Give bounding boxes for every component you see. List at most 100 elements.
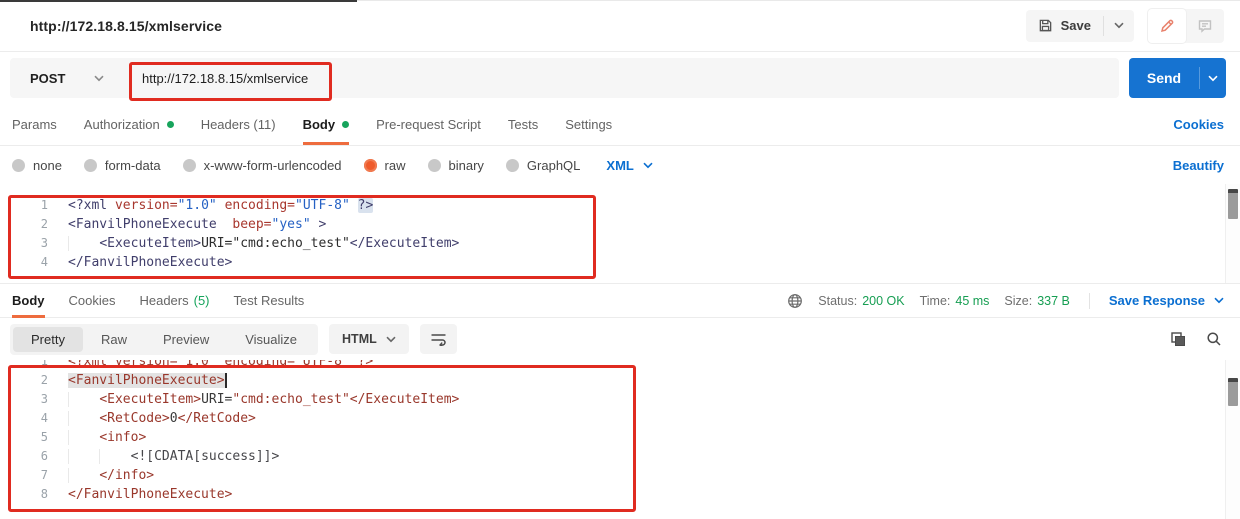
code-line: 3 <ExecuteItem>URI="cmd:echo_test"</Exec…	[0, 390, 1240, 409]
response-format-selector[interactable]: HTML	[329, 324, 409, 354]
chevron-down-icon	[643, 162, 653, 169]
mode-form-data[interactable]: form-data	[84, 158, 161, 173]
mode-none[interactable]: none	[12, 158, 62, 173]
time-value: 45 ms	[955, 294, 989, 308]
copy-icon	[1170, 331, 1186, 347]
line-number: 4	[0, 409, 68, 428]
beautify-link[interactable]: Beautify	[1173, 158, 1224, 173]
mode-raw[interactable]: raw	[364, 158, 406, 173]
body-mode-row: none form-data x-www-form-urlencoded raw…	[0, 146, 1240, 184]
pencil-icon	[1159, 18, 1175, 34]
response-meta-right: Status:200 OK Time: 45 ms Size: 337 B Save…	[787, 293, 1224, 309]
tab-body-label: Body	[303, 117, 336, 132]
view-pretty[interactable]: Pretty	[13, 327, 83, 352]
code-line: 2<FanvilPhoneExecute beep="yes" >	[0, 215, 1240, 234]
save-response-button[interactable]: Save Response	[1109, 293, 1224, 308]
search-response-button[interactable]	[1206, 331, 1222, 347]
request-body-editor[interactable]: 1<?xml version="1.0" encoding="UTF-8" ?>…	[0, 184, 1240, 284]
method-selector[interactable]: POST	[10, 71, 104, 86]
scrollbar-thumb[interactable]	[1228, 189, 1238, 219]
tab-headers[interactable]: Headers (11)	[201, 104, 276, 145]
send-button-label: Send	[1129, 58, 1199, 98]
response-tab-body-label: Body	[12, 293, 45, 308]
size-label: Size:	[1004, 294, 1032, 308]
response-toolbar: Pretty Raw Preview Visualize HTML	[0, 318, 1240, 360]
request-editor-scrollbar[interactable]	[1225, 184, 1240, 283]
radio-icon	[183, 159, 196, 172]
request-title-bar: http://172.18.8.15/xmlservice Save	[0, 0, 1240, 52]
tab-authorization[interactable]: Authorization	[84, 104, 174, 145]
size-value: 337 B	[1037, 294, 1070, 308]
send-button[interactable]: Send	[1129, 58, 1226, 98]
code-line: 1<?xml version="1.0" encoding="UTF-8" ?>	[0, 196, 1240, 215]
response-tab-body[interactable]: Body	[12, 284, 45, 318]
tab-body[interactable]: Body	[303, 104, 350, 145]
request-tabs: Params Authorization Headers (11) Body P…	[0, 104, 1240, 146]
save-button-group: Save	[1026, 10, 1134, 42]
response-tab-headers[interactable]: Headers(5)	[139, 284, 209, 318]
scrollbar-thumb[interactable]	[1228, 378, 1238, 406]
cookies-link[interactable]: Cookies	[1173, 117, 1224, 132]
tab-prerequest-label: Pre-request Script	[376, 117, 481, 132]
request-title: http://172.18.8.15/xmlservice	[30, 18, 222, 34]
wrap-lines-button[interactable]	[420, 324, 457, 354]
time-label: Time:	[920, 294, 951, 308]
tab-headers-label: Headers (11)	[201, 117, 276, 132]
response-tab-cookies-label: Cookies	[69, 293, 116, 308]
radio-icon	[84, 159, 97, 172]
response-viewer-scrollbar[interactable]	[1225, 360, 1240, 519]
language-selector[interactable]: XML	[606, 158, 652, 173]
comments-button[interactable]	[1186, 9, 1224, 43]
tab-params-label: Params	[12, 117, 57, 132]
copy-response-button[interactable]	[1170, 331, 1186, 347]
view-raw[interactable]: Raw	[83, 327, 145, 352]
radio-selected-icon	[364, 159, 377, 172]
save-options-button[interactable]	[1104, 10, 1134, 42]
chevron-down-icon	[1114, 22, 1124, 29]
mode-form-data-label: form-data	[105, 158, 161, 173]
send-options-button[interactable]	[1200, 58, 1226, 98]
mode-binary[interactable]: binary	[428, 158, 484, 173]
line-number: 2	[0, 371, 68, 390]
size-metric: Size: 337 B	[1004, 294, 1069, 308]
url-input[interactable]: http://172.18.8.15/xmlservice	[104, 71, 308, 86]
edit-comment-group	[1148, 9, 1224, 43]
code-line: 6 <![CDATA[success]]>	[0, 447, 1240, 466]
tab-settings[interactable]: Settings	[565, 104, 612, 145]
mode-graphql-label: GraphQL	[527, 158, 580, 173]
response-format-label: HTML	[342, 332, 377, 346]
response-tab-test-results[interactable]: Test Results	[234, 284, 305, 318]
save-button[interactable]: Save	[1026, 10, 1103, 42]
network-globe-icon[interactable]	[787, 293, 803, 309]
view-visualize[interactable]: Visualize	[227, 327, 315, 352]
code-line: 8</FanvilPhoneExecute>	[0, 485, 1240, 504]
status-label: Status:	[818, 294, 857, 308]
view-preview[interactable]: Preview	[145, 327, 227, 352]
code-line: 4 <RetCode>0</RetCode>	[0, 409, 1240, 428]
radio-icon	[12, 159, 25, 172]
mode-graphql[interactable]: GraphQL	[506, 158, 580, 173]
top-dark-edge	[0, 0, 357, 2]
time-metric: Time: 45 ms	[920, 294, 990, 308]
mode-urlencoded[interactable]: x-www-form-urlencoded	[183, 158, 342, 173]
line-number: 3	[0, 234, 68, 253]
tab-prerequest-script[interactable]: Pre-request Script	[376, 104, 481, 145]
response-tab-test-results-label: Test Results	[234, 293, 305, 308]
line-number: 1	[0, 196, 68, 215]
tab-params[interactable]: Params	[12, 104, 57, 145]
response-toolbar-right	[1170, 331, 1222, 347]
status-metric: Status:200 OK	[818, 294, 904, 308]
response-tab-cookies[interactable]: Cookies	[69, 284, 116, 318]
tab-tests[interactable]: Tests	[508, 104, 538, 145]
save-button-label: Save	[1061, 18, 1091, 33]
line-number: 5	[0, 428, 68, 447]
rename-request-button[interactable]	[1148, 9, 1186, 43]
response-headers-count: (5)	[194, 293, 210, 308]
radio-icon	[428, 159, 441, 172]
url-bar: POST http://172.18.8.15/xmlservice	[10, 58, 1119, 98]
tab-authorization-label: Authorization	[84, 117, 160, 132]
response-body-viewer[interactable]: 1<?xml version="1.0" encoding="UTF-8" ?>…	[0, 360, 1240, 519]
code-line: 4</FanvilPhoneExecute>	[0, 253, 1240, 272]
radio-icon	[506, 159, 519, 172]
floppy-save-icon	[1038, 18, 1053, 33]
